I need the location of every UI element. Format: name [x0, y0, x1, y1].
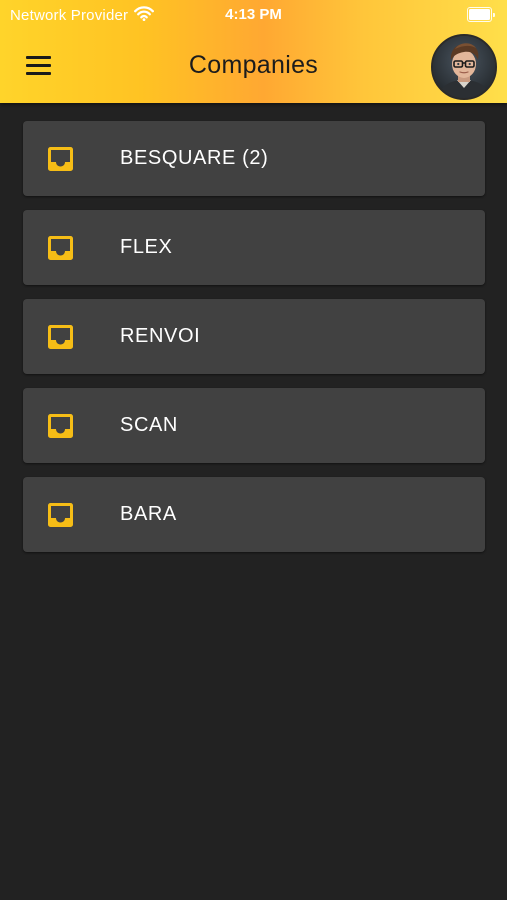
company-label: SCAN — [120, 414, 178, 436]
status-time: 4:13 PM — [225, 6, 282, 23]
company-item-flex[interactable]: FLEX — [23, 210, 485, 285]
user-avatar[interactable] — [431, 34, 497, 100]
company-label: FLEX — [120, 236, 173, 258]
inbox-icon — [48, 147, 73, 171]
company-label: BARA — [120, 503, 177, 525]
app-header: Network Provider 4:13 PM Companies — [0, 0, 507, 103]
company-label: RENVOI — [120, 325, 201, 347]
company-item-renvoi[interactable]: RENVOI — [23, 299, 485, 374]
inbox-icon — [48, 414, 73, 438]
company-item-bara[interactable]: BARA — [23, 477, 485, 552]
company-item-besquare[interactable]: BESQUARE (2) — [23, 121, 485, 196]
inbox-icon — [48, 236, 73, 260]
inbox-icon — [48, 325, 73, 349]
battery-icon — [467, 7, 495, 22]
company-item-scan[interactable]: SCAN — [23, 388, 485, 463]
company-list: BESQUARE (2) FLEX RENVOI SCAN BARA — [23, 121, 485, 566]
status-bar: Network Provider 4:13 PM — [0, 0, 507, 30]
company-label: BESQUARE (2) — [120, 147, 269, 169]
inbox-icon — [48, 503, 73, 527]
